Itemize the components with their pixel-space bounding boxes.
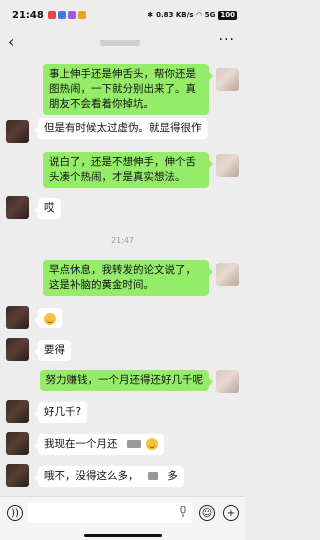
voice-toggle-icon[interactable]: )) [7, 505, 23, 521]
avatar[interactable] [216, 68, 239, 91]
message-text: 我现在一个月还 [44, 438, 118, 450]
message-bubble[interactable]: 要得 [34, 340, 71, 361]
avatar[interactable] [6, 338, 29, 361]
message-bubble[interactable]: 努力赚钱，一个月还得还好几千呢 [39, 370, 213, 391]
message-bubble[interactable]: 说白了，还是不想伸手，伸个舌头凑个热闹，才是真实想法。 [43, 152, 213, 188]
notification-icons [47, 11, 86, 19]
avatar[interactable] [6, 196, 29, 219]
chat-header: ‹ ··· [0, 30, 245, 54]
chat-title-redacted [100, 40, 140, 46]
redacted-amount [126, 440, 141, 448]
more-button[interactable]: ··· [219, 32, 235, 48]
message-bubble[interactable]: 事上伸手还是伸舌头，帮你还是图热闹，一下就分别出来了。真朋友不会看着你掉坑。 [43, 64, 213, 115]
microphone-icon[interactable] [180, 506, 186, 517]
message-bubble[interactable]: 哦不，没得这么多， 多 [34, 466, 184, 487]
net-speed: 0.83 KB/s [156, 11, 194, 19]
plus-icon[interactable]: + [223, 505, 239, 521]
redacted-amount [147, 472, 158, 480]
bluetooth-icon: ✱ [147, 11, 154, 19]
emoji-bubble[interactable] [34, 308, 62, 328]
message-bubble[interactable]: 好几千? [33, 402, 88, 423]
message-bubble[interactable]: 哎 [34, 198, 61, 219]
avatar[interactable] [6, 120, 29, 143]
avatar[interactable] [216, 154, 239, 177]
avatar[interactable] [6, 306, 29, 329]
smile-emoji-icon [146, 438, 159, 450]
avatar[interactable] [6, 432, 29, 455]
wifi-icon: ◠ [196, 11, 202, 19]
chevron-left-icon[interactable]: ‹ [8, 32, 14, 51]
smile-emoji-icon [44, 313, 56, 325]
avatar[interactable] [6, 464, 29, 487]
message-text-suffix: 多 [167, 470, 178, 482]
input-bar: )) ☺ + [0, 496, 245, 528]
timestamp: 21:47 [110, 236, 135, 245]
signal-label: 5G [204, 11, 216, 19]
home-indicator [0, 528, 245, 540]
message-bubble[interactable]: 我现在一个月还 [33, 434, 165, 455]
message-bubble[interactable]: 早点休息，我转发的论文说了，这是补脑的黄金时间。 [43, 260, 213, 296]
battery-icon: 100 [218, 10, 237, 20]
avatar[interactable] [216, 263, 239, 286]
status-time: 21:48 [12, 9, 44, 21]
message-bubble[interactable]: 但是有时候太过虚伪。就显得很作 [34, 118, 208, 139]
avatar[interactable] [216, 370, 239, 393]
message-input[interactable] [28, 503, 192, 523]
message-list[interactable]: 事上伸手还是伸舌头，帮你还是图热闹，一下就分别出来了。真朋友不会看着你掉坑。 但… [0, 54, 245, 494]
message-text: 哦不，没得这么多， [44, 470, 139, 482]
emoji-icon[interactable]: ☺ [199, 505, 215, 521]
avatar[interactable] [6, 400, 29, 423]
status-bar: 21:48 ✱ 0.83 KB/s ◠ 5G 100 [0, 0, 245, 30]
